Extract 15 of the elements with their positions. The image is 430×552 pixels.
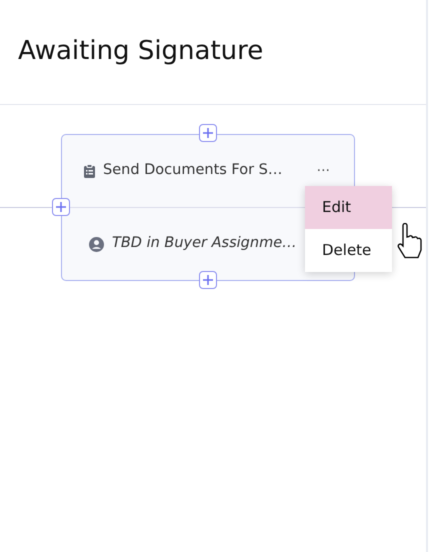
menu-item[interactable]: Delete [305, 229, 392, 272]
add-above-button[interactable] [199, 124, 217, 142]
user-icon [89, 236, 104, 252]
plus-icon [203, 275, 213, 285]
task-title: Send Documents For S… [103, 161, 282, 180]
assignee-text: TBD in Buyer Assignme… [112, 234, 297, 254]
menu-item[interactable]: Edit [305, 186, 392, 229]
plus-icon [56, 202, 66, 212]
add-below-button[interactable] [199, 271, 217, 289]
page-title: Awaiting Signature [18, 36, 264, 68]
hand-cursor-icon [396, 223, 422, 259]
add-left-button[interactable] [52, 198, 70, 216]
plus-icon [203, 128, 213, 138]
more-button[interactable]: ··· [316, 160, 330, 182]
clipboard-icon [84, 164, 95, 178]
